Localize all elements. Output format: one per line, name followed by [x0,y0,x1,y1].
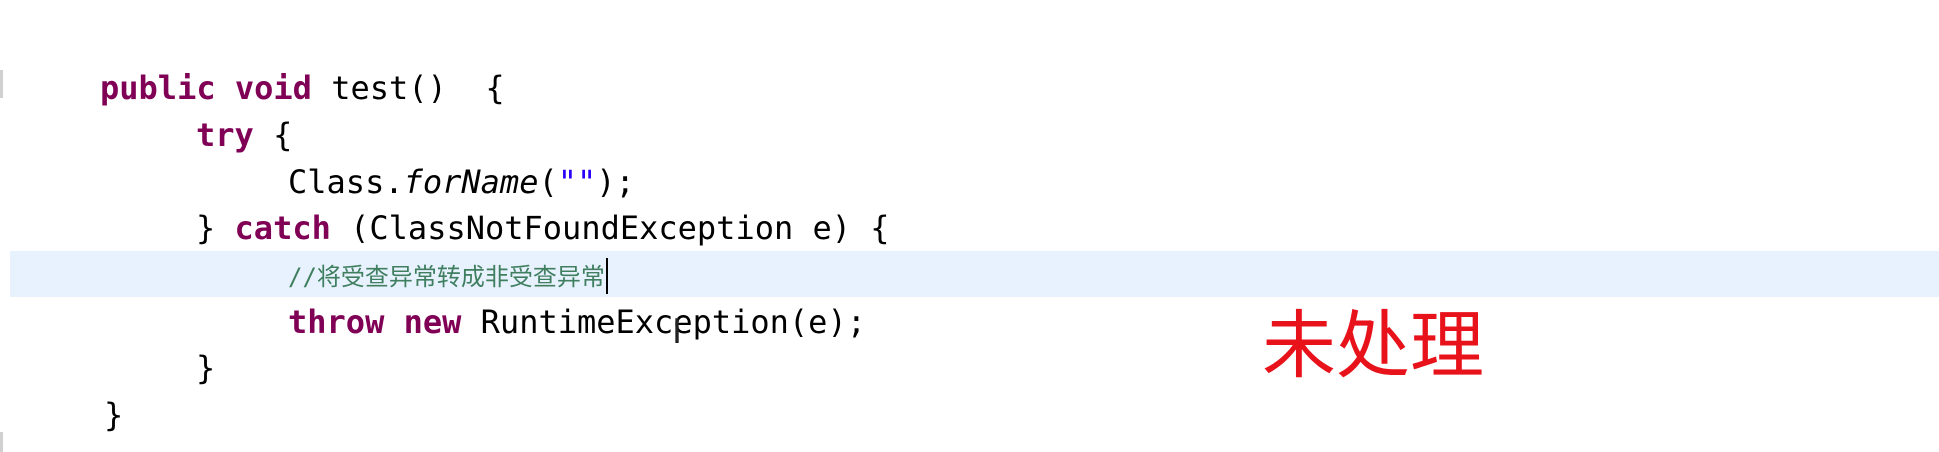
code-line-7[interactable]: } [196,346,215,390]
method-call: forName [403,163,539,201]
keyword: new [403,303,462,341]
code-text: } [196,209,235,247]
keyword: try [196,116,254,154]
code-line-5[interactable]: //将受查异常转成非受查异常 [288,252,608,296]
code-comment: //将受查异常转成非受查异常 [288,263,605,291]
code-text: (ClassNotFoundException e) { [330,209,890,247]
keyword: public [100,69,216,107]
keyword: catch [234,209,331,247]
code-line-4[interactable]: } catch (ClassNotFoundException e) { [196,206,890,250]
code-line-6[interactable]: throw new RuntimeException(e); [288,300,866,344]
keyword: throw [288,303,385,341]
annotation-label: 未处理 [1262,303,1484,389]
code-text: ); [596,163,635,201]
code-text: Class. [288,163,404,201]
closing-brace: } [196,349,216,387]
code-line-3[interactable]: Class.forName(""); [288,160,635,204]
code-text: ( [538,163,558,201]
ibeam-cursor-icon: I [672,312,683,352]
code-line-1[interactable]: public void test() { [100,66,505,110]
code-editor[interactable]: public void test() { try { Class.forName… [0,0,1939,452]
closing-brace: } [104,396,124,434]
code-line-2[interactable]: try { [196,113,292,157]
keyword: void [234,69,312,107]
method-signature: test() { [331,69,505,107]
editor-gutter [0,0,14,452]
gutter-marker [0,70,3,98]
gutter-marker [0,432,3,452]
string-literal: "" [557,163,597,201]
code-line-8[interactable]: } [104,393,123,437]
code-text: { [253,116,293,154]
text-caret [605,258,608,294]
